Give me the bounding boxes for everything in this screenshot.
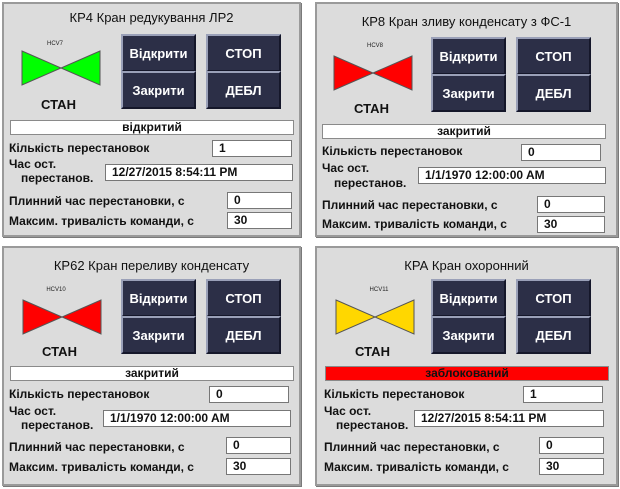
- move-time-field: 0: [226, 437, 291, 454]
- valve-tag: HCV10: [46, 287, 66, 293]
- state-label: СТАН: [42, 344, 77, 359]
- last-switch-time-label-1: Час ост.: [9, 404, 57, 418]
- last-switch-time-label-1: Час ост.: [322, 161, 370, 175]
- close-button[interactable]: Закрити: [121, 71, 196, 109]
- last-switch-time-field: 12/27/2015 8:54:11 PM: [105, 164, 293, 181]
- close-button[interactable]: Закрити: [431, 316, 506, 354]
- stop-button[interactable]: СТОП: [516, 37, 591, 75]
- switch-count-label: Кількість перестановок: [324, 387, 465, 401]
- state-label: СТАН: [354, 101, 389, 116]
- last-switch-time-label-2: перестанов.: [336, 418, 409, 432]
- panel-title: КР4 Кран редукування ЛР2: [69, 10, 234, 25]
- stop-button[interactable]: СТОП: [206, 279, 281, 317]
- max-command-time-field: 30: [226, 458, 291, 475]
- panel-title: КРА Кран охоронний: [404, 258, 529, 273]
- max-command-time-label: Максим. тривалість команди, с: [322, 217, 507, 231]
- move-time-field: 0: [537, 196, 605, 213]
- valve-icon[interactable]: [333, 55, 413, 91]
- open-button[interactable]: Відкрити: [121, 34, 196, 72]
- max-command-time-field: 30: [537, 216, 605, 233]
- status-field: закритий: [322, 124, 606, 139]
- last-switch-time-label-2: перестанов.: [21, 418, 94, 432]
- switch-count-field: 0: [209, 386, 289, 403]
- last-switch-time-field: 1/1/1970 12:00:00 AM: [418, 167, 606, 184]
- deblock-button[interactable]: ДЕБЛ: [516, 316, 591, 354]
- last-switch-time-field: 1/1/1970 12:00:00 AM: [103, 410, 291, 427]
- valve-icon[interactable]: [21, 50, 101, 86]
- status-field: відкритий: [10, 120, 294, 135]
- last-switch-time-field: 12/27/2015 8:54:11 PM: [414, 410, 604, 427]
- valve-tag: HCV8: [366, 43, 383, 49]
- status-field: закритий: [10, 366, 294, 381]
- valve-icon[interactable]: [22, 299, 102, 335]
- valve-panel-kr8: КР8 Кран зливу конденсату з ФС-1 HCV8 СТ…: [315, 2, 618, 237]
- max-command-time-field: 30: [539, 458, 604, 475]
- switch-count-label: Кількість перестановок: [9, 141, 150, 155]
- close-button[interactable]: Закрити: [431, 74, 506, 112]
- panel-title: КР62 Кран переливу конденсату: [53, 258, 250, 273]
- switch-count-field: 1: [212, 140, 292, 157]
- open-button[interactable]: Відкрити: [431, 279, 506, 317]
- deblock-button[interactable]: ДЕБЛ: [206, 316, 281, 354]
- last-switch-time-label-2: перестанов.: [21, 171, 94, 185]
- switch-count-field: 1: [523, 386, 603, 403]
- move-time-field: 0: [539, 437, 604, 454]
- last-switch-time-label-1: Час ост.: [9, 157, 57, 171]
- stop-button[interactable]: СТОП: [516, 279, 591, 317]
- switch-count-label: Кількість перестановок: [9, 387, 150, 401]
- max-command-time-label: Максим. тривалість команди, с: [9, 460, 194, 474]
- move-time-field: 0: [227, 192, 292, 209]
- last-switch-time-label-1: Час ост.: [324, 404, 372, 418]
- valve-panel-kra: КРА Кран охоронний HCV11 СТАН Відкрити З…: [315, 246, 618, 486]
- move-time-label: Плинний час перестановки, с: [322, 198, 498, 212]
- move-time-label: Плинний час перестановки, с: [9, 194, 185, 208]
- stop-button[interactable]: СТОП: [206, 34, 281, 72]
- close-button[interactable]: Закрити: [121, 316, 196, 354]
- deblock-button[interactable]: ДЕБЛ: [516, 74, 591, 112]
- state-label: СТАН: [41, 97, 76, 112]
- max-command-time-label: Максим. тривалість команди, с: [9, 214, 194, 228]
- valve-tag: HCV11: [369, 287, 389, 293]
- switch-count-label: Кількість перестановок: [322, 144, 463, 158]
- max-command-time-label: Максим. тривалість команди, с: [324, 460, 509, 474]
- valve-panel-kr4: КР4 Кран редукування ЛР2 HCV7 СТАН Відкр…: [2, 2, 301, 237]
- status-field: заблокований: [325, 366, 609, 381]
- state-label: СТАН: [355, 344, 390, 359]
- valve-tag: HCV7: [46, 41, 63, 47]
- move-time-label: Плинний час перестановки, с: [9, 440, 185, 454]
- deblock-button[interactable]: ДЕБЛ: [206, 71, 281, 109]
- move-time-label: Плинний час перестановки, с: [324, 440, 500, 454]
- last-switch-time-label-2: перестанов.: [334, 176, 407, 190]
- panel-title: КР8 Кран зливу конденсату з ФС-1: [361, 14, 572, 29]
- open-button[interactable]: Відкрити: [121, 279, 196, 317]
- switch-count-field: 0: [521, 144, 601, 161]
- valve-panel-kr62: КР62 Кран переливу конденсату HCV10 СТАН…: [2, 246, 301, 486]
- open-button[interactable]: Відкрити: [431, 37, 506, 75]
- max-command-time-field: 30: [227, 212, 292, 229]
- valve-icon[interactable]: [335, 299, 415, 335]
